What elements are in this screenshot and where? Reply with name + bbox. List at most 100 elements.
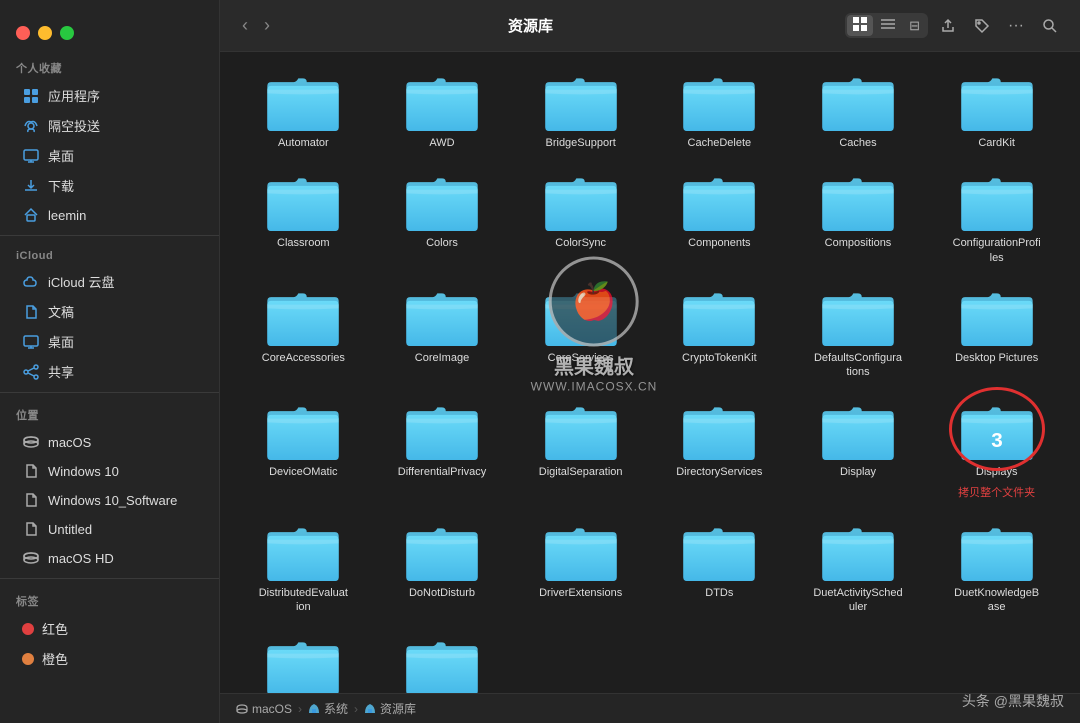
folder-desktoppictures[interactable]: Desktop Pictures bbox=[929, 277, 1064, 386]
folder-automator-label: Automator bbox=[278, 136, 329, 150]
traffic-lights bbox=[16, 26, 74, 40]
sidebar-item-documents[interactable]: 文稿 bbox=[6, 297, 213, 326]
sidebar-item-win10-software[interactable]: Windows 10_Software bbox=[6, 486, 213, 514]
folder-colorsync-icon bbox=[543, 168, 619, 232]
sidebar-item-tag-red[interactable]: 红色 bbox=[6, 614, 213, 643]
folder-coreimage[interactable]: CoreImage bbox=[375, 277, 510, 386]
sidebar-item-icloud-drive[interactable]: iCloud 云盘 bbox=[6, 267, 213, 296]
column-view-button[interactable]: ⊟ bbox=[903, 15, 926, 36]
sidebar: 个人收藏 应用程序 隔空投送 桌面 下载 bbox=[0, 0, 220, 723]
folder-digitalseparation[interactable]: DigitalSeparation bbox=[513, 391, 648, 505]
folder-differentialprivacy[interactable]: DifferentialPrivacy bbox=[375, 391, 510, 505]
list-view-button[interactable] bbox=[875, 15, 901, 36]
folder-displays[interactable]: 3 Displays拷贝整个文件夹 bbox=[929, 391, 1064, 505]
share-button[interactable] bbox=[934, 14, 962, 38]
folder-awd[interactable]: AWD bbox=[375, 62, 510, 156]
sidebar-item-airdrop[interactable]: 隔空投送 bbox=[6, 111, 213, 140]
sidebar-item-win10[interactable]: Windows 10 bbox=[6, 457, 213, 485]
toolbar-title: 资源库 bbox=[226, 15, 835, 36]
folder-automator-icon bbox=[265, 68, 341, 132]
tag-button[interactable] bbox=[968, 14, 996, 38]
folder-automator[interactable]: Automator bbox=[236, 62, 371, 156]
folder-classroom-icon bbox=[265, 168, 341, 232]
folder-colors-icon bbox=[404, 168, 480, 232]
file-browser-content: Automator AWD bbox=[220, 52, 1080, 693]
untitled-label: Untitled bbox=[48, 522, 92, 537]
desktop-icon bbox=[22, 147, 40, 165]
folder-folder32[interactable] bbox=[375, 626, 510, 693]
folder-configurationprofiles[interactable]: ConfigurationProfiles bbox=[929, 162, 1064, 271]
folder-duetactivityscheduler-label: DuetActivityScheduler bbox=[813, 586, 903, 615]
macos-label: macOS bbox=[48, 435, 91, 450]
folder-directoryservices-icon bbox=[681, 397, 757, 461]
folder-coreaccessories[interactable]: CoreAccessories bbox=[236, 277, 371, 386]
sidebar-item-leemin[interactable]: leemin bbox=[6, 201, 213, 229]
folder-caches[interactable]: Caches bbox=[791, 62, 926, 156]
folder-bridgesupport-label: BridgeSupport bbox=[546, 136, 616, 150]
path-system[interactable]: 系统 bbox=[308, 700, 348, 717]
path-macos[interactable]: macOS bbox=[236, 702, 292, 716]
sidebar-item-downloads[interactable]: 下载 bbox=[6, 171, 213, 200]
close-button[interactable] bbox=[16, 26, 30, 40]
folder-dtds[interactable]: DTDs bbox=[652, 512, 787, 621]
folder-components-label: Components bbox=[688, 236, 750, 250]
folder-digitalseparation-icon bbox=[543, 397, 619, 461]
folder-dtds-label: DTDs bbox=[705, 586, 733, 600]
folder-distributedevaluation[interactable]: DistributedEvaluation bbox=[236, 512, 371, 621]
folder-desktoppictures-label: Desktop Pictures bbox=[955, 351, 1038, 365]
folder-directoryservices[interactable]: DirectoryServices bbox=[652, 391, 787, 505]
folder-cryptotokenkit[interactable]: CryptoTokenKit bbox=[652, 277, 787, 386]
folder-cardkit-icon bbox=[959, 68, 1035, 132]
documents-label: 文稿 bbox=[48, 302, 74, 321]
icloud-desktop-label: 桌面 bbox=[48, 332, 74, 351]
minimize-button[interactable] bbox=[38, 26, 52, 40]
sidebar-item-tag-orange[interactable]: 橙色 bbox=[6, 644, 213, 673]
folder-display[interactable]: Display bbox=[791, 391, 926, 505]
icloud-section-label: iCloud bbox=[0, 242, 219, 266]
more-button[interactable]: ··· bbox=[1002, 13, 1030, 39]
folder-deviceomatic-icon bbox=[265, 397, 341, 461]
tags-section-label: 标签 bbox=[0, 585, 219, 613]
folder-display-icon bbox=[820, 397, 896, 461]
path-macos-label: macOS bbox=[252, 702, 292, 716]
folder-components[interactable]: Components bbox=[652, 162, 787, 271]
folder-bridgesupport[interactable]: BridgeSupport bbox=[513, 62, 648, 156]
sidebar-item-icloud-desktop[interactable]: 桌面 bbox=[6, 327, 213, 356]
path-library[interactable]: 资源库 bbox=[364, 700, 416, 717]
folder-colors[interactable]: Colors bbox=[375, 162, 510, 271]
folder-duetactivityscheduler[interactable]: DuetActivityScheduler bbox=[791, 512, 926, 621]
folder-coreimage-icon bbox=[404, 283, 480, 347]
folder-donotdisturb[interactable]: DoNotDisturb bbox=[375, 512, 510, 621]
folder-folder31[interactable] bbox=[236, 626, 371, 693]
win10-label: Windows 10 bbox=[48, 464, 119, 479]
search-button[interactable] bbox=[1036, 14, 1064, 38]
folder-colors-label: Colors bbox=[426, 236, 458, 250]
sidebar-item-apps[interactable]: 应用程序 bbox=[6, 81, 213, 110]
folder-colorsync[interactable]: ColorSync bbox=[513, 162, 648, 271]
sidebar-item-macos-hd[interactable]: macOS HD bbox=[6, 544, 213, 572]
grid-view-button[interactable] bbox=[847, 15, 873, 36]
sidebar-item-macos[interactable]: macOS bbox=[6, 428, 213, 456]
disk-icon bbox=[22, 433, 40, 451]
folder-deviceomatic[interactable]: DeviceOMatic bbox=[236, 391, 371, 505]
maximize-button[interactable] bbox=[60, 26, 74, 40]
desktop2-icon bbox=[22, 333, 40, 351]
folder-compositions[interactable]: Compositions bbox=[791, 162, 926, 271]
folder-cachedelete[interactable]: CacheDelete bbox=[652, 62, 787, 156]
folder-caches-label: Caches bbox=[839, 136, 876, 150]
folder-cardkit[interactable]: CardKit bbox=[929, 62, 1064, 156]
sidebar-item-shared[interactable]: 共享 bbox=[6, 357, 213, 386]
sidebar-item-desktop[interactable]: 桌面 bbox=[6, 141, 213, 170]
path-system-label: 系统 bbox=[324, 700, 348, 717]
folder-folder31-icon bbox=[265, 632, 341, 693]
folder-configurationprofiles-icon bbox=[959, 168, 1035, 232]
folder-coreservices[interactable]: CoreServices bbox=[513, 277, 648, 386]
sidebar-item-untitled[interactable]: Untitled bbox=[6, 515, 213, 543]
folder-driverextensions-label: DriverExtensions bbox=[539, 586, 622, 600]
folder-driverextensions[interactable]: DriverExtensions bbox=[513, 512, 648, 621]
folder-classroom[interactable]: Classroom bbox=[236, 162, 371, 271]
folder-duetknowledgebase[interactable]: DuetKnowledgeBase bbox=[929, 512, 1064, 621]
folder-defaultsconfigurations[interactable]: DefaultsConfigurations bbox=[791, 277, 926, 386]
folder-desktoppictures-icon bbox=[959, 283, 1035, 347]
folder-coreservices-label: CoreServices bbox=[548, 351, 614, 365]
